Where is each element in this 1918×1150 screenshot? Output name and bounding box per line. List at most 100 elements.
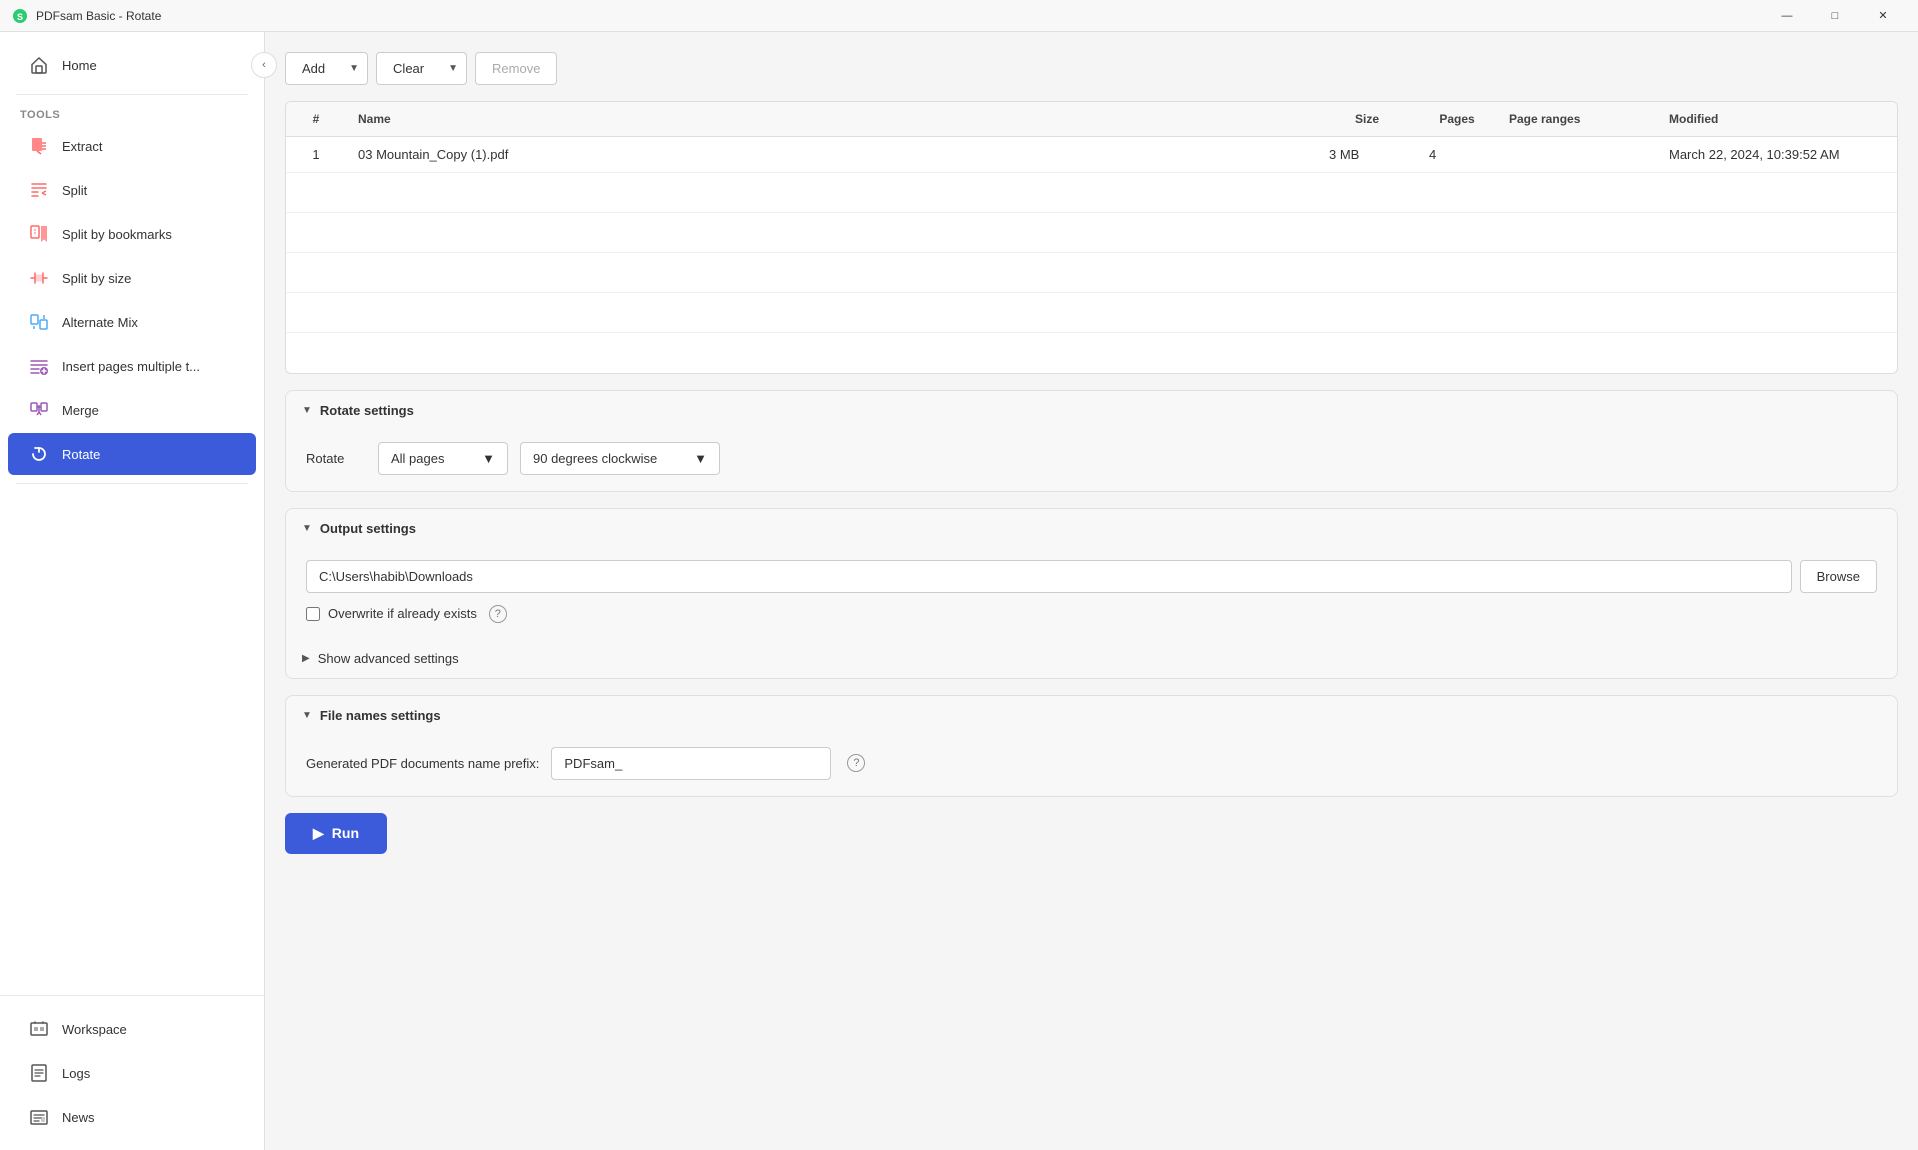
overwrite-help-icon[interactable]: ? [489, 605, 507, 623]
rotate-settings-title: Rotate settings [320, 403, 414, 418]
clear-button-group[interactable]: Clear ▼ [376, 52, 467, 85]
close-button[interactable]: ✕ [1860, 0, 1906, 32]
add-button[interactable]: Add [286, 53, 341, 84]
logs-icon [28, 1062, 50, 1084]
split-label: Split [62, 183, 87, 198]
sidebar-collapse-button[interactable]: ‹ [251, 52, 277, 78]
row-size: 3 MB [1317, 137, 1417, 173]
table-empty-row-4 [286, 293, 1897, 333]
tools-section-label: TOOLS [0, 103, 264, 123]
filename-help-icon[interactable]: ? [847, 754, 865, 772]
alternate-mix-icon [28, 311, 50, 333]
page-select-dropdown[interactable]: All pages ▼ [378, 442, 508, 475]
row-page-ranges [1497, 137, 1657, 173]
news-icon [28, 1106, 50, 1128]
overwrite-checkbox[interactable] [306, 607, 320, 621]
title-bar: S PDFsam Basic - Rotate — □ ✕ [0, 0, 1918, 32]
sidebar-item-home[interactable]: Home [8, 44, 256, 86]
col-header-page-ranges: Page ranges [1497, 102, 1657, 137]
row-name: 03 Mountain_Copy (1).pdf [346, 137, 1317, 173]
filename-prefix-label: Generated PDF documents name prefix: [306, 756, 539, 771]
output-settings-header[interactable]: ▼ Output settings [286, 509, 1897, 548]
degree-select-dropdown[interactable]: 90 degrees clockwise ▼ [520, 442, 720, 475]
logs-label: Logs [62, 1066, 90, 1081]
minimize-button[interactable]: — [1764, 0, 1810, 32]
col-header-name: Name [346, 102, 1317, 137]
clear-button[interactable]: Clear [377, 53, 440, 84]
file-names-chevron: ▼ [302, 710, 312, 721]
sidebar-item-split[interactable]: Split [8, 169, 256, 211]
home-label: Home [62, 58, 97, 73]
main-content: Add ▼ Clear ▼ Remove # Name Size Pages P… [265, 32, 1918, 1150]
insert-pages-icon [28, 355, 50, 377]
table-empty-row-1 [286, 173, 1897, 213]
sidebar-item-alternate-mix[interactable]: Alternate Mix [8, 301, 256, 343]
run-button[interactable]: ▶ Run [285, 813, 387, 854]
insert-pages-label: Insert pages multiple t... [62, 359, 200, 374]
filename-prefix-row: Generated PDF documents name prefix: ? [306, 747, 1877, 780]
col-header-size: Size [1317, 102, 1417, 137]
advanced-chevron-icon: ▶ [302, 653, 310, 664]
col-header-pages: Pages [1417, 102, 1497, 137]
window-title: PDFsam Basic - Rotate [36, 9, 161, 23]
rotate-label: Rotate [62, 447, 100, 462]
rotate-settings-body: Rotate All pages ▼ 90 degrees clockwise … [286, 430, 1897, 491]
table-empty-row-5 [286, 333, 1897, 373]
output-settings-body: Browse Overwrite if already exists ? [286, 548, 1897, 639]
output-path-row: Browse [306, 560, 1877, 593]
split-bookmarks-icon [28, 223, 50, 245]
merge-label: Merge [62, 403, 99, 418]
advanced-settings-label: Show advanced settings [318, 651, 459, 666]
toolbar: Add ▼ Clear ▼ Remove [285, 52, 1898, 85]
file-names-settings-body: Generated PDF documents name prefix: ? [286, 735, 1897, 796]
overwrite-row: Overwrite if already exists ? [306, 605, 1877, 623]
sidebar-item-insert-pages[interactable]: Insert pages multiple t... [8, 345, 256, 387]
sidebar-item-news[interactable]: News [8, 1096, 256, 1138]
row-num: 1 [286, 137, 346, 173]
svg-text:S: S [17, 12, 23, 22]
sidebar-item-split-size[interactable]: Split by size [8, 257, 256, 299]
rotate-settings-section: ▼ Rotate settings Rotate All pages ▼ 90 … [285, 390, 1898, 492]
sidebar-item-rotate[interactable]: Rotate [8, 433, 256, 475]
add-dropdown-arrow[interactable]: ▼ [341, 55, 367, 82]
file-table-container: # Name Size Pages Page ranges Modified 1… [285, 101, 1898, 374]
degree-select-value: 90 degrees clockwise [533, 451, 657, 466]
workspace-label: Workspace [62, 1022, 127, 1037]
table-empty-row-3 [286, 253, 1897, 293]
row-pages: 4 [1417, 137, 1497, 173]
browse-button[interactable]: Browse [1800, 560, 1877, 593]
run-button-icon: ▶ [313, 825, 324, 842]
sidebar-item-logs[interactable]: Logs [8, 1052, 256, 1094]
split-size-icon [28, 267, 50, 289]
split-size-label: Split by size [62, 271, 131, 286]
nav-divider-2 [16, 483, 248, 484]
row-modified: March 22, 2024, 10:39:52 AM [1657, 137, 1897, 173]
file-names-settings-section: ▼ File names settings Generated PDF docu… [285, 695, 1898, 797]
filename-prefix-input[interactable] [551, 747, 831, 780]
rotate-label: Rotate [306, 451, 366, 466]
output-settings-title: Output settings [320, 521, 416, 536]
sidebar-item-extract[interactable]: Extract [8, 125, 256, 167]
news-label: News [62, 1110, 95, 1125]
add-button-group[interactable]: Add ▼ [285, 52, 368, 85]
sidebar-item-split-bookmarks[interactable]: Split by bookmarks [8, 213, 256, 255]
workspace-icon [28, 1018, 50, 1040]
nav-divider-1 [16, 94, 248, 95]
remove-button[interactable]: Remove [475, 52, 557, 85]
file-names-settings-header[interactable]: ▼ File names settings [286, 696, 1897, 735]
alternate-mix-label: Alternate Mix [62, 315, 138, 330]
output-path-input[interactable] [306, 560, 1792, 593]
rotate-settings-header[interactable]: ▼ Rotate settings [286, 391, 1897, 430]
advanced-settings-toggle[interactable]: ▶ Show advanced settings [286, 639, 1897, 678]
maximize-button[interactable]: □ [1812, 0, 1858, 32]
sidebar-item-merge[interactable]: Merge [8, 389, 256, 431]
overwrite-label: Overwrite if already exists [328, 606, 477, 621]
file-table: # Name Size Pages Page ranges Modified 1… [286, 102, 1897, 373]
extract-label: Extract [62, 139, 102, 154]
app-icon: S [12, 8, 28, 24]
output-settings-section: ▼ Output settings Browse Overwrite if al… [285, 508, 1898, 679]
rotate-icon [28, 443, 50, 465]
table-row[interactable]: 1 03 Mountain_Copy (1).pdf 3 MB 4 March … [286, 137, 1897, 173]
clear-dropdown-arrow[interactable]: ▼ [440, 55, 466, 82]
sidebar-item-workspace[interactable]: Workspace [8, 1008, 256, 1050]
